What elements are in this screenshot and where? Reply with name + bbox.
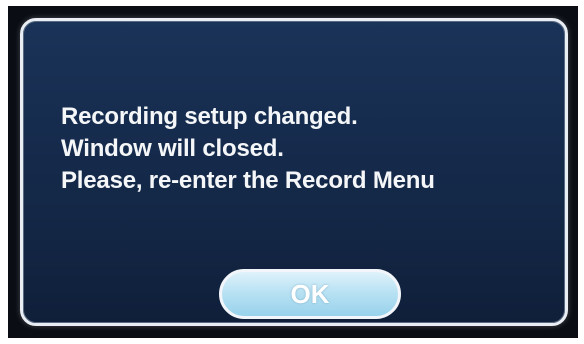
ok-button-label: OK: [290, 278, 330, 309]
message-line-reenter-menu: Please, re-enter the Record Menu: [61, 167, 435, 194]
ok-button[interactable]: OK: [219, 269, 401, 319]
recording-setup-dialog: Recording setup changed. Window will clo…: [20, 18, 568, 326]
message-line-window-closed: Window will closed.: [61, 135, 284, 162]
dialog-message: Recording setup changed. Window will clo…: [61, 101, 541, 197]
message-line-setup-changed: Recording setup changed.: [61, 103, 358, 130]
screen-frame: Recording setup changed. Window will clo…: [8, 6, 578, 338]
